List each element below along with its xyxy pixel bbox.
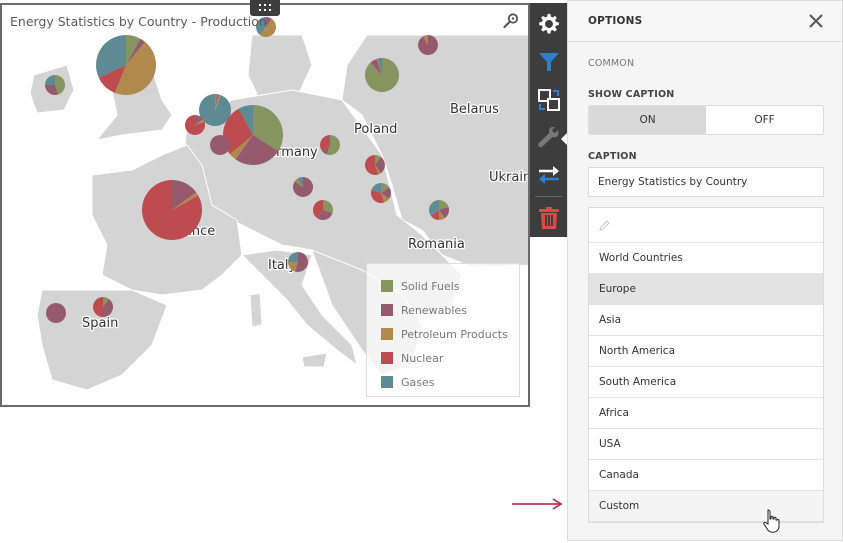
pie-marker[interactable] bbox=[429, 200, 449, 220]
legend-label: Petroleum Products bbox=[401, 327, 508, 341]
list-item[interactable]: Canada bbox=[589, 460, 823, 491]
wrench-icon bbox=[537, 126, 559, 147]
close-icon[interactable] bbox=[808, 13, 824, 29]
legend-swatch bbox=[381, 304, 393, 316]
pie-slice bbox=[210, 135, 230, 155]
search-zoom-icon[interactable] bbox=[502, 12, 520, 30]
map-type-list: World Countries Europe Asia North Americ… bbox=[588, 207, 824, 523]
filter-icon bbox=[538, 52, 559, 71]
pie-slice bbox=[365, 58, 400, 92]
pie-marker[interactable] bbox=[371, 183, 392, 204]
country-label-ukraine: Ukraine bbox=[489, 170, 530, 185]
pie-marker[interactable] bbox=[46, 303, 66, 323]
panel-title: OPTIONS bbox=[588, 15, 643, 27]
caption-input[interactable] bbox=[588, 167, 824, 197]
hand-cursor-icon bbox=[763, 509, 780, 533]
legend-swatch bbox=[381, 376, 393, 388]
pie-marker[interactable] bbox=[418, 35, 439, 55]
legend-label: Renewables bbox=[401, 303, 467, 317]
filter-button[interactable] bbox=[530, 43, 567, 80]
country-label-spain: Spain bbox=[82, 316, 118, 331]
list-item[interactable]: Europe bbox=[589, 274, 823, 305]
item-toolbar bbox=[530, 3, 567, 237]
map-dashboard-item[interactable]: Belarus Poland Germany Ukraine France Ro… bbox=[0, 3, 530, 407]
list-item[interactable]: North America bbox=[589, 336, 823, 367]
pie-marker[interactable] bbox=[293, 177, 314, 198]
legend-item: Solid Fuels bbox=[381, 278, 460, 294]
delete-button[interactable] bbox=[530, 199, 567, 236]
pie-marker[interactable] bbox=[365, 58, 400, 92]
pencil-icon bbox=[599, 220, 610, 231]
legend-item: Renewables bbox=[381, 302, 467, 318]
list-edit-row[interactable] bbox=[589, 208, 823, 243]
panel-header: OPTIONS bbox=[568, 1, 842, 42]
pie-marker[interactable] bbox=[210, 135, 230, 155]
legend-swatch bbox=[381, 328, 393, 340]
show-caption-label: SHOW CAPTION bbox=[588, 89, 675, 100]
land-sicily bbox=[301, 352, 328, 368]
pie-marker[interactable] bbox=[93, 297, 114, 317]
pie-marker[interactable] bbox=[313, 200, 333, 220]
interactivity-button[interactable] bbox=[530, 81, 567, 118]
caption-label: CAPTION bbox=[588, 151, 637, 162]
country-label-romania: Romania bbox=[408, 237, 465, 252]
pie-marker[interactable] bbox=[319, 135, 340, 156]
legend-label: Gases bbox=[401, 375, 435, 389]
pie-marker[interactable] bbox=[96, 35, 157, 96]
pie-marker[interactable] bbox=[288, 252, 308, 273]
pie-marker[interactable] bbox=[45, 75, 65, 95]
toggle-off-button[interactable]: OFF bbox=[706, 106, 823, 134]
map-legend: Solid Fuels Renewables Petroleum Product… bbox=[366, 263, 520, 397]
swap-arrows-icon bbox=[538, 165, 559, 184]
legend-label: Solid Fuels bbox=[401, 279, 460, 293]
legend-item: Gases bbox=[381, 374, 435, 390]
list-item[interactable]: Asia bbox=[589, 305, 823, 336]
convert-button[interactable] bbox=[530, 156, 567, 193]
pie-slice bbox=[46, 303, 66, 323]
pie-marker[interactable] bbox=[141, 180, 202, 240]
list-item[interactable]: World Countries bbox=[589, 243, 823, 274]
resize-icon bbox=[537, 88, 560, 111]
list-item[interactable]: Custom bbox=[589, 491, 823, 522]
drag-handle-icon[interactable] bbox=[250, 0, 280, 16]
list-item[interactable]: USA bbox=[589, 429, 823, 460]
pie-marker[interactable] bbox=[223, 105, 283, 165]
section-label-common: COMMON bbox=[588, 58, 635, 69]
legend-label: Nuclear bbox=[401, 351, 444, 365]
land-sardinia bbox=[249, 292, 263, 328]
country-label-belarus: Belarus bbox=[450, 102, 499, 117]
options-button[interactable] bbox=[530, 5, 567, 42]
map-caption: Energy Statistics by Country - Productio… bbox=[10, 14, 267, 29]
annotation-arrow-icon bbox=[512, 498, 563, 510]
legend-item: Petroleum Products bbox=[381, 326, 508, 342]
legend-swatch bbox=[381, 280, 393, 292]
list-item[interactable]: Africa bbox=[589, 398, 823, 429]
list-item[interactable]: South America bbox=[589, 367, 823, 398]
pie-marker[interactable] bbox=[185, 115, 205, 135]
gear-icon bbox=[538, 13, 559, 34]
trash-icon bbox=[538, 206, 559, 229]
legend-swatch bbox=[381, 352, 393, 364]
pie-marker[interactable] bbox=[365, 155, 385, 175]
country-label-poland: Poland bbox=[354, 122, 397, 137]
legend-item: Nuclear bbox=[381, 350, 443, 366]
toggle-on-button[interactable]: ON bbox=[589, 106, 706, 134]
show-caption-toggle[interactable]: ON OFF bbox=[588, 105, 824, 135]
toolbar-separator bbox=[535, 196, 562, 197]
options-panel: OPTIONS COMMON SHOW CAPTION ON OFF CAPTI… bbox=[567, 0, 843, 541]
